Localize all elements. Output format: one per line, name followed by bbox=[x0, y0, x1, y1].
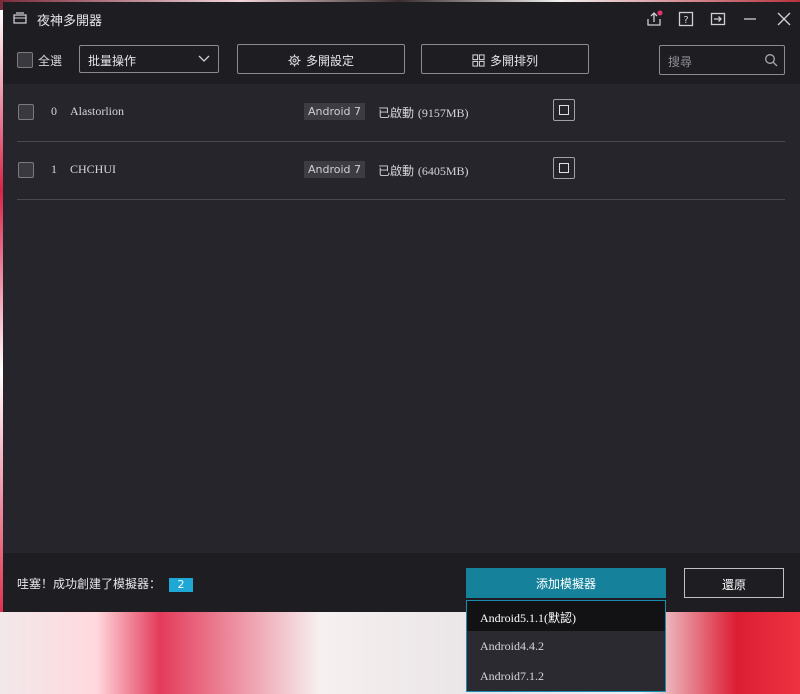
search-icon bbox=[765, 54, 778, 67]
multi-arrange-label: 多開排列 bbox=[489, 54, 538, 68]
svg-text:?: ? bbox=[683, 15, 688, 26]
close-icon[interactable] bbox=[775, 10, 793, 28]
instance-status: 已啟動 (6405MB) bbox=[378, 162, 469, 179]
select-all-label: 全選 bbox=[38, 54, 63, 68]
instance-name: CHCHUI bbox=[70, 162, 117, 176]
search-placeholder: 搜尋 bbox=[668, 55, 693, 69]
instance-index: 1 bbox=[51, 162, 57, 176]
instance-row[interactable]: 1 CHCHUI Android 7 已啟動 (6405MB) bbox=[17, 141, 785, 200]
show-window-button[interactable] bbox=[553, 157, 575, 179]
instance-row[interactable]: 0 Alastorlion Android 7 已啟動 (9157MB) bbox=[17, 83, 785, 142]
menu-item-label: Android5.1.1(默認) bbox=[480, 611, 576, 625]
instance-checkbox[interactable] bbox=[18, 104, 34, 120]
app-logo-icon bbox=[13, 12, 27, 24]
search-input[interactable]: 搜尋 bbox=[659, 45, 785, 75]
menu-item-android-5-1-1[interactable]: Android5.1.1(默認) bbox=[467, 601, 665, 631]
instance-index: 0 bbox=[51, 104, 57, 118]
grid-layout-icon bbox=[472, 54, 485, 67]
title-bar[interactable]: 夜神多開器 ? bbox=[3, 2, 800, 36]
window-icon bbox=[559, 163, 569, 173]
multi-instance-manager-window: 夜神多開器 ? 全選 批量操作 多開設定 多開排列 搜尋 0 Alastorli… bbox=[3, 2, 800, 612]
batch-operations-select[interactable]: 批量操作 bbox=[79, 45, 219, 73]
chevron-down-icon bbox=[198, 55, 210, 62]
export-icon[interactable] bbox=[709, 10, 727, 28]
add-emulator-label: 添加模擬器 bbox=[535, 577, 596, 591]
desktop-wallpaper-bottom bbox=[0, 612, 800, 694]
multi-settings-button[interactable]: 多開設定 bbox=[237, 44, 405, 74]
instance-checkbox[interactable] bbox=[18, 162, 34, 178]
android-version-badge: Android 7 bbox=[304, 103, 366, 120]
status-message: 哇塞！成功創建了模擬器： 2 bbox=[17, 575, 194, 592]
instance-status: 已啟動 (9157MB) bbox=[378, 104, 469, 121]
restore-button[interactable]: 還原 bbox=[684, 568, 784, 598]
android-version-badge: Android 7 bbox=[304, 161, 366, 178]
share-upload-icon[interactable] bbox=[645, 10, 663, 28]
instance-status-text: 已啟動 bbox=[378, 164, 415, 178]
restore-label: 還原 bbox=[721, 578, 746, 592]
menu-item-android-7-1-2[interactable]: Android7.1.2 bbox=[467, 661, 665, 691]
window-icon bbox=[559, 105, 569, 115]
menu-item-android-4-4-2[interactable]: Android4.4.2 bbox=[467, 631, 665, 661]
add-emulator-button[interactable]: 添加模擬器 bbox=[466, 568, 666, 598]
menu-item-label: Android7.1.2 bbox=[480, 669, 544, 683]
instance-name: Alastorlion bbox=[70, 104, 124, 118]
select-all-checkbox[interactable] bbox=[17, 52, 33, 68]
instance-status-text: 已啟動 bbox=[378, 106, 415, 120]
help-icon[interactable]: ? bbox=[677, 10, 695, 28]
instance-memory: (9157MB) bbox=[417, 106, 469, 120]
emulator-count-badge: 2 bbox=[169, 578, 194, 592]
multi-arrange-button[interactable]: 多開排列 bbox=[421, 44, 589, 74]
minimize-icon[interactable] bbox=[741, 10, 759, 28]
android-version-menu: Android5.1.1(默認) Android4.4.2 Android7.1… bbox=[466, 600, 666, 692]
status-message-text: 哇塞！成功創建了模擬器： bbox=[17, 577, 162, 591]
gear-icon bbox=[288, 54, 301, 67]
batch-operations-value: 批量操作 bbox=[88, 54, 137, 68]
window-title: 夜神多開器 bbox=[37, 14, 103, 29]
instance-memory: (6405MB) bbox=[417, 164, 469, 178]
menu-item-label: Android4.4.2 bbox=[480, 639, 544, 653]
footer-bar: 哇塞！成功創建了模擬器： 2 添加模擬器 還原 bbox=[3, 553, 800, 612]
multi-settings-label: 多開設定 bbox=[305, 54, 354, 68]
show-window-button[interactable] bbox=[553, 99, 575, 121]
toolbar: 全選 批量操作 多開設定 多開排列 搜尋 bbox=[3, 36, 800, 84]
